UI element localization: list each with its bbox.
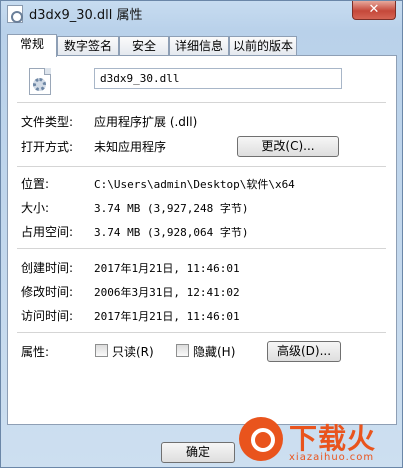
open-with-label: 打开方式: [21, 140, 74, 154]
open-with-value: 未知应用程序 [94, 140, 167, 154]
created-value: 2017年1月21日, 11:46:01 [94, 262, 240, 275]
page-fold [44, 68, 51, 75]
modified-value: 2006年3月31日, 12:41:02 [94, 286, 240, 299]
watermark-brand: 下载火 [289, 422, 377, 455]
flame-logo-icon [239, 417, 283, 461]
file-type-value: 应用程序扩展 (.dll) [94, 115, 198, 129]
title-bar: d3dx9_30.dll 属性 ✕ [1, 1, 402, 27]
ok-button[interactable]: 确定 [161, 442, 235, 463]
divider [17, 248, 386, 249]
gear-icon [33, 78, 46, 91]
accessed-label: 访问时间: [21, 309, 74, 323]
general-panel: d3dx9_30.dll 文件类型: 应用程序扩展 (.dll) 打开方式: 未… [7, 55, 397, 425]
file-name-field[interactable]: d3dx9_30.dll [94, 68, 342, 89]
window-title: d3dx9_30.dll 属性 [29, 8, 143, 23]
tab-general[interactable]: 常规 [7, 34, 57, 57]
divider [17, 102, 386, 103]
modified-label: 修改时间: [21, 285, 74, 299]
size-on-disk-label: 占用空间: [21, 225, 74, 239]
created-label: 创建时间: [21, 261, 74, 275]
readonly-label[interactable]: 只读(R) [112, 343, 154, 360]
location-value: C:\Users\admin\Desktop\软件\x64 [94, 178, 295, 191]
divider [17, 332, 386, 333]
advanced-button[interactable]: 高级(D)... [267, 341, 341, 362]
divider [17, 166, 386, 167]
accessed-value: 2017年1月21日, 11:46:01 [94, 310, 240, 323]
tab-previous-versions[interactable]: 以前的版本 [229, 36, 297, 56]
size-on-disk-value: 3.74 MB (3,928,064 字节) [94, 226, 249, 239]
change-button[interactable]: 更改(C)... [237, 136, 339, 157]
file-icon-small [7, 5, 23, 23]
size-label: 大小: [21, 201, 50, 215]
properties-window: d3dx9_30.dll 属性 ✕ 常规 数字签名 安全 详细信息 以前的版本 … [0, 0, 403, 468]
readonly-option[interactable]: 只读(R) [95, 343, 165, 360]
hidden-checkbox[interactable] [176, 344, 189, 357]
file-type-label: 文件类型: [21, 115, 74, 129]
tab-details[interactable]: 详细信息 [169, 36, 229, 56]
tab-strip: 常规 数字签名 安全 详细信息 以前的版本 [7, 34, 397, 57]
tab-security[interactable]: 安全 [119, 36, 169, 56]
tab-digital-signatures[interactable]: 数字签名 [57, 36, 119, 56]
watermark-url: xiazaihuo.com [289, 452, 375, 463]
hidden-option[interactable]: 隐藏(H) [176, 343, 246, 360]
attributes-label: 属性: [21, 345, 50, 359]
dll-file-icon [29, 68, 51, 95]
size-value: 3.74 MB (3,927,248 字节) [94, 202, 249, 215]
close-button[interactable]: ✕ [352, 1, 396, 20]
readonly-checkbox[interactable] [95, 344, 108, 357]
watermark-logo: 下载火 xiazaihuo.com [237, 415, 403, 468]
hidden-label[interactable]: 隐藏(H) [193, 343, 235, 360]
location-label: 位置: [21, 177, 50, 191]
